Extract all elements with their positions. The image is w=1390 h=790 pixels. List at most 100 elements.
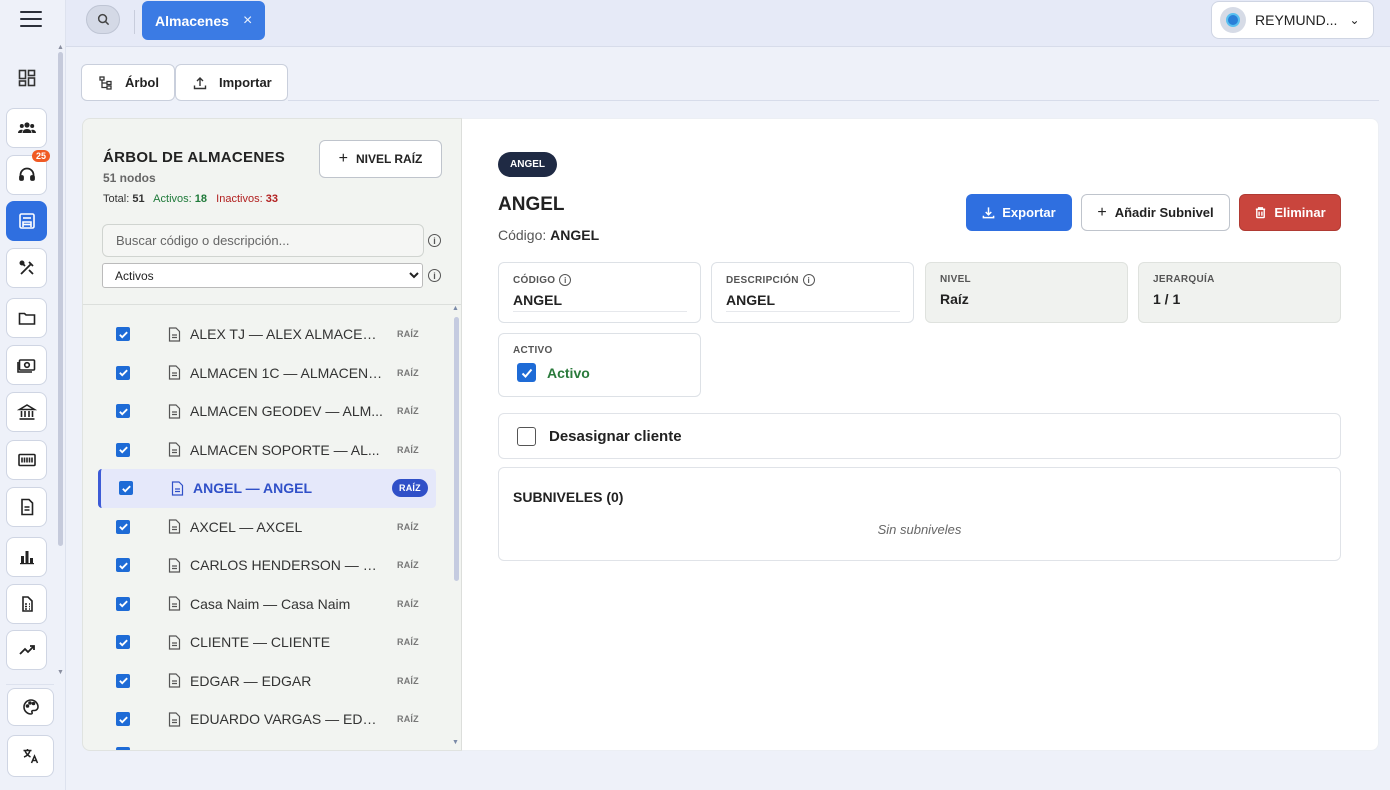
plus-icon: + bbox=[1097, 203, 1107, 221]
document-icon bbox=[168, 519, 181, 534]
sidebar-item-tools[interactable] bbox=[6, 248, 47, 288]
tree-row[interactable] bbox=[98, 739, 436, 750]
sidebar-scroll-down[interactable]: ▼ bbox=[57, 669, 64, 676]
row-checkbox[interactable] bbox=[116, 596, 130, 611]
sidebar-scrollbar[interactable] bbox=[58, 52, 63, 546]
sidebar-item-trends[interactable] bbox=[6, 630, 47, 670]
activos-label: Activos: bbox=[153, 193, 192, 205]
global-search-button[interactable] bbox=[86, 5, 120, 34]
sidebar-item-language[interactable] bbox=[7, 735, 54, 777]
row-checkbox[interactable] bbox=[116, 746, 130, 750]
codigo-info-icon[interactable]: i bbox=[559, 274, 572, 286]
sidebar-item-documents[interactable] bbox=[6, 487, 47, 527]
status-filter-select[interactable]: Activos bbox=[102, 263, 423, 288]
export-button[interactable]: Exportar bbox=[966, 194, 1072, 231]
check-icon bbox=[521, 368, 532, 378]
tab-almacenes[interactable]: Almacenes × bbox=[142, 1, 265, 40]
bank-icon bbox=[16, 404, 37, 420]
headset-icon bbox=[18, 167, 35, 181]
search-info-icon[interactable]: i bbox=[428, 234, 441, 247]
row-checkbox[interactable] bbox=[116, 442, 130, 457]
upload-icon bbox=[193, 76, 207, 89]
check-icon bbox=[118, 716, 128, 724]
nivel-field: NIVEL Raíz bbox=[925, 262, 1128, 323]
filter-info-icon[interactable]: i bbox=[428, 269, 441, 282]
menu-icon[interactable] bbox=[20, 10, 42, 28]
raiz-tag: RAÍZ bbox=[397, 598, 419, 609]
tree-row-label: CLIENTE — CLIENTE bbox=[190, 634, 331, 651]
row-checkbox[interactable] bbox=[116, 635, 130, 650]
tree-row[interactable]: EDUARDO VARGAS — EDU... RAÍZ bbox=[98, 700, 436, 739]
sidebar-item-bank[interactable] bbox=[6, 392, 47, 432]
tree-row[interactable]: EDGAR — EDGAR RAÍZ bbox=[98, 662, 436, 701]
row-checkbox[interactable] bbox=[116, 712, 130, 727]
codigo-field[interactable]: CÓDIGO i ANGEL bbox=[498, 262, 701, 323]
row-checkbox[interactable] bbox=[116, 404, 130, 419]
document-icon bbox=[168, 596, 181, 611]
tree-scrollbar[interactable] bbox=[454, 317, 459, 581]
sidebar-item-theme[interactable] bbox=[7, 688, 54, 726]
sidebar-item-warehouses[interactable] bbox=[6, 201, 47, 241]
codigo-field-value[interactable]: ANGEL bbox=[513, 292, 687, 312]
folder-icon bbox=[18, 312, 35, 325]
descripcion-field-label: DESCRIPCIÓN i bbox=[726, 274, 899, 286]
add-subnivel-button[interactable]: + Añadir Subnivel bbox=[1081, 194, 1230, 231]
activo-checkbox[interactable] bbox=[517, 363, 536, 382]
sidebar: ▲ 25 ▼ bbox=[0, 0, 66, 790]
jerarquia-field-label: JERARQUÍA bbox=[1153, 274, 1215, 285]
user-menu[interactable]: REYMUND... ⌄ bbox=[1211, 1, 1374, 39]
sidebar-item-files[interactable] bbox=[6, 298, 47, 338]
barcode-icon bbox=[17, 453, 36, 467]
tree-row[interactable]: ALMACEN SOPORTE — AL... RAÍZ bbox=[98, 431, 436, 470]
sidebar-item-dashboard[interactable] bbox=[6, 58, 47, 98]
row-checkbox[interactable] bbox=[116, 365, 130, 380]
sidebar-item-calculator[interactable] bbox=[6, 584, 47, 624]
tree-row[interactable]: ANGEL — ANGEL RAÍZ bbox=[98, 469, 436, 508]
sidebar-item-cash[interactable] bbox=[6, 345, 47, 385]
tree-row[interactable]: Casa Naim — Casa Naim RAÍZ bbox=[98, 585, 436, 624]
sidebar-item-support[interactable]: 25 bbox=[6, 150, 50, 195]
list-scroll-up[interactable]: ▲ bbox=[452, 305, 459, 312]
arbol-button[interactable]: Árbol bbox=[81, 64, 175, 101]
tree-row[interactable]: ALMACEN 1C — ALMACEN ... RAÍZ bbox=[98, 354, 436, 393]
desasignar-cliente-row[interactable]: Desasignar cliente bbox=[498, 413, 1341, 459]
tree-row-label: ANGEL — ANGEL bbox=[193, 480, 313, 497]
document-icon bbox=[168, 404, 181, 419]
subniveles-empty: Sin subniveles bbox=[877, 522, 962, 537]
tree-row[interactable]: ALMACEN GEODEV — ALM... RAÍZ bbox=[98, 392, 436, 431]
tree-row[interactable]: ALEX TJ — ALEX ALMACEN... RAÍZ bbox=[98, 315, 436, 354]
close-icon[interactable]: × bbox=[243, 12, 252, 30]
subniveles-section: SUBNIVELES (0) Sin subniveles bbox=[498, 467, 1341, 561]
descripcion-info-icon[interactable]: i bbox=[802, 274, 815, 286]
tree-row[interactable]: AXCEL — AXCEL RAÍZ bbox=[98, 508, 436, 547]
desasignar-checkbox[interactable] bbox=[517, 426, 536, 446]
check-icon bbox=[118, 331, 128, 339]
importar-button[interactable]: Importar bbox=[175, 64, 288, 101]
delete-button[interactable]: Eliminar bbox=[1239, 194, 1341, 231]
search-icon bbox=[97, 13, 109, 26]
row-checkbox[interactable] bbox=[116, 558, 130, 573]
check-icon bbox=[118, 523, 128, 531]
raiz-tag: RAÍZ bbox=[397, 367, 419, 378]
notification-badge: 25 bbox=[31, 150, 50, 162]
row-checkbox[interactable] bbox=[116, 327, 130, 342]
sidebar-item-barcode[interactable] bbox=[6, 440, 47, 480]
document-icon bbox=[168, 327, 181, 342]
translate-icon bbox=[23, 749, 38, 764]
descripcion-field[interactable]: DESCRIPCIÓN i ANGEL bbox=[711, 262, 914, 323]
tree-row-label: CARLOS HENDERSON — C... bbox=[190, 557, 383, 574]
add-root-level-button[interactable]: + NIVEL RAÍZ bbox=[319, 140, 442, 178]
sidebar-item-reports[interactable] bbox=[6, 537, 47, 577]
descripcion-field-value[interactable]: ANGEL bbox=[726, 292, 900, 312]
tree-row[interactable]: CARLOS HENDERSON — C... RAÍZ bbox=[98, 546, 436, 585]
tree-divider bbox=[83, 304, 461, 305]
list-scroll-down[interactable]: ▼ bbox=[452, 739, 459, 746]
tree-search-input[interactable] bbox=[102, 224, 424, 257]
tree-stats: Total: 51 Activos: 18 Inactivos: 33 bbox=[103, 193, 278, 205]
sidebar-scroll-up[interactable]: ▲ bbox=[57, 44, 64, 51]
row-checkbox[interactable] bbox=[116, 673, 130, 688]
tree-row[interactable]: CLIENTE — CLIENTE RAÍZ bbox=[98, 623, 436, 662]
sidebar-item-users[interactable] bbox=[6, 108, 47, 148]
row-checkbox[interactable] bbox=[119, 481, 133, 496]
row-checkbox[interactable] bbox=[116, 519, 130, 534]
